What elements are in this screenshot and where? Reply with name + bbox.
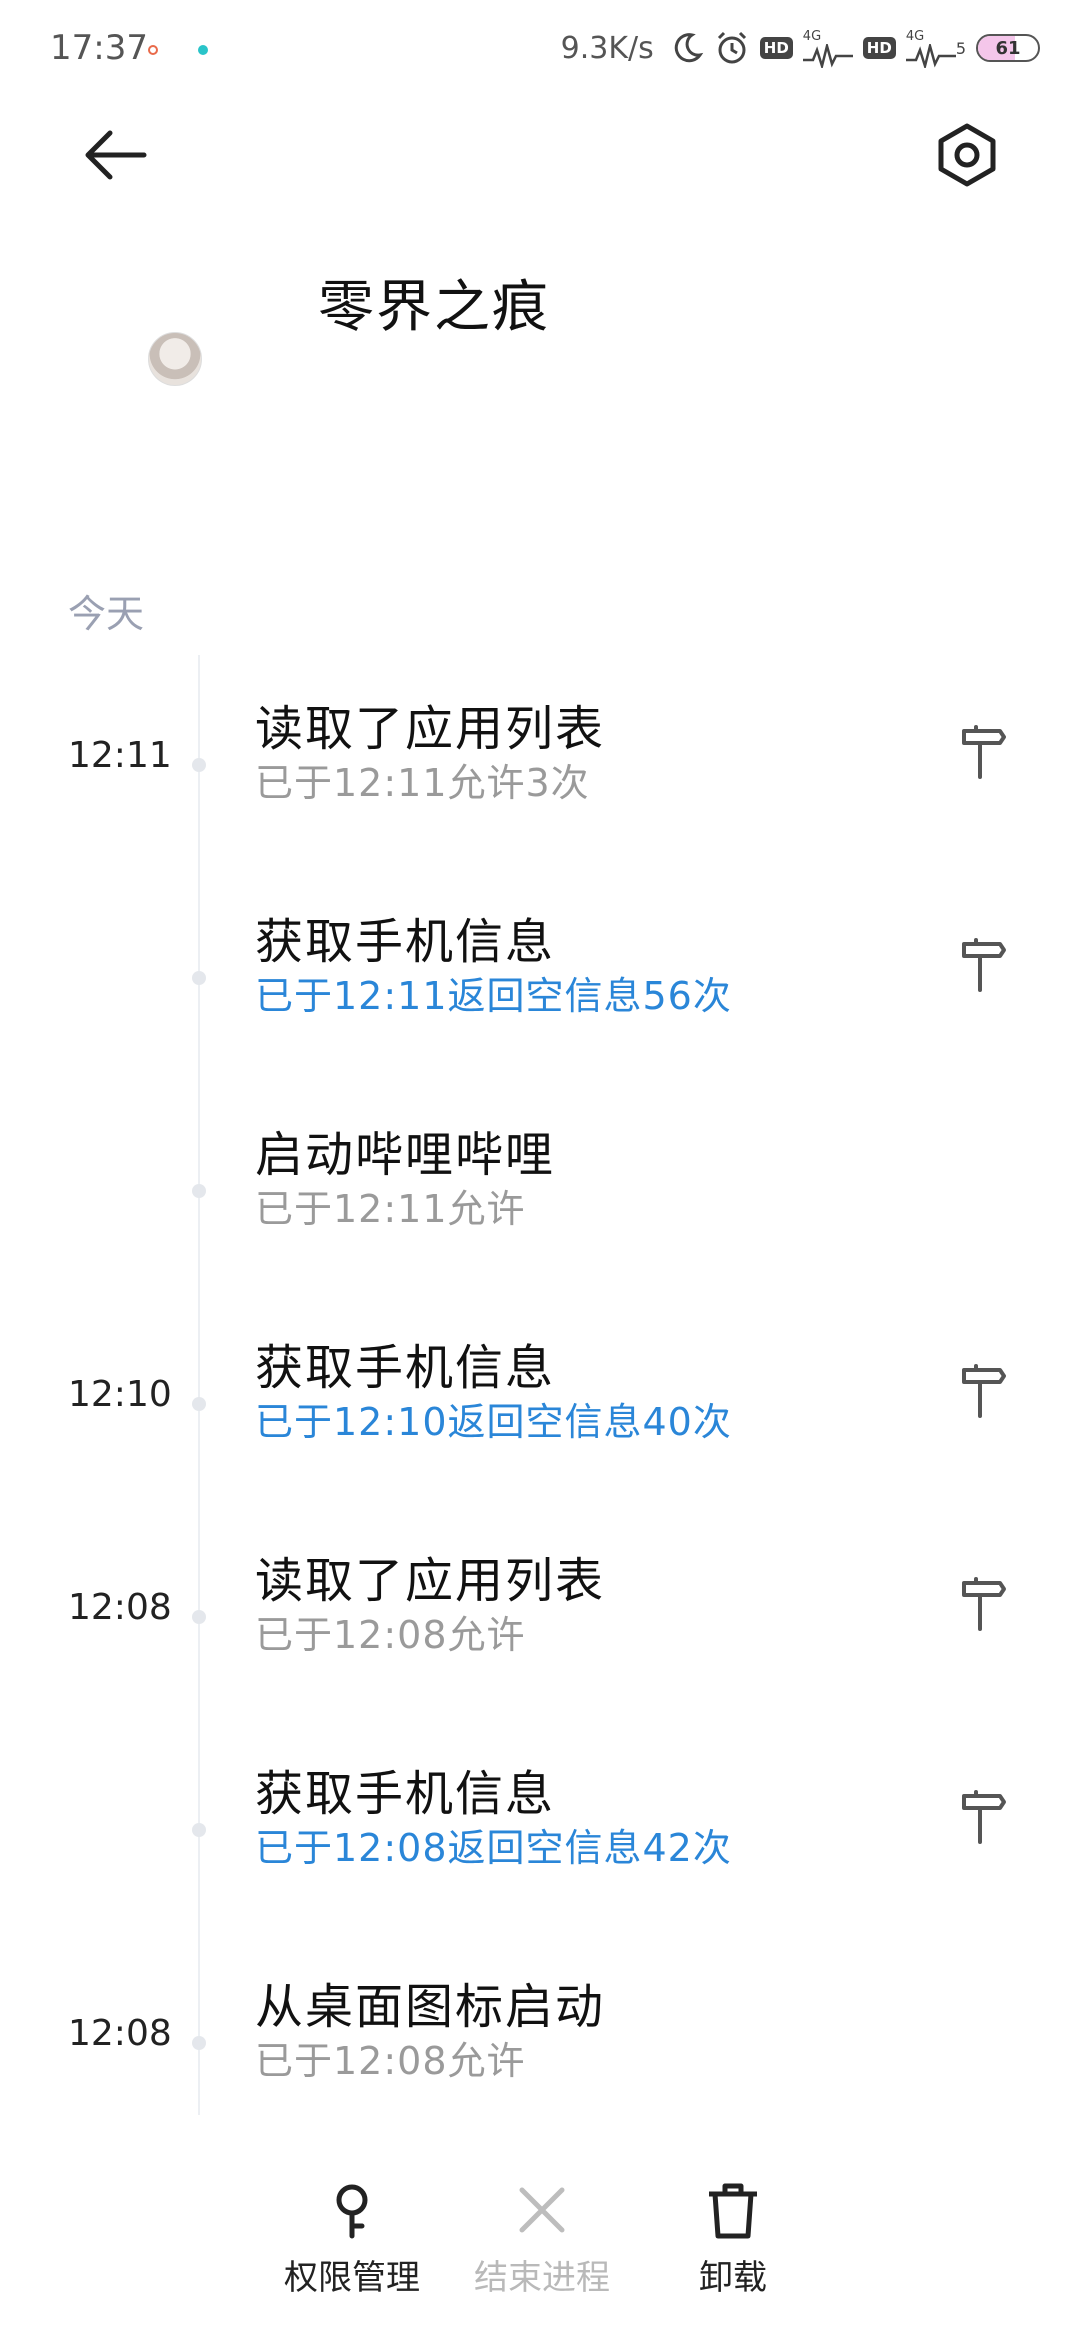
signal-level: 5 <box>955 38 966 58</box>
hd-icon: HD <box>862 37 896 59</box>
entry-title: 启动哔哩哔哩 <box>255 1127 556 1183</box>
signpost-icon[interactable] <box>958 1577 1008 1633</box>
bottom-action-bar: 权限管理 结束进程 卸载 <box>0 2180 1080 2320</box>
entry-time: 12:11 <box>68 735 172 776</box>
timeline-dot <box>192 2036 206 2050</box>
entry-subtitle: 已于12:11允许 <box>255 1187 526 1231</box>
uninstall-label: 卸载 <box>699 2258 767 2298</box>
entry-time: 12:10 <box>68 1374 172 1415</box>
permission-manage-button[interactable]: 权限管理 <box>262 2180 442 2310</box>
notification-dot-icon <box>148 45 158 55</box>
hd-icon: HD <box>759 37 793 59</box>
status-bar: 17:37 9.3K/s HD 4G HD 4G 5 61 <box>0 0 1080 100</box>
hexagon-settings-icon <box>938 123 996 187</box>
end-process-button[interactable]: 结束进程 <box>452 2180 632 2310</box>
app-name: 零界之痕 <box>318 275 550 340</box>
signal-icon: 4G <box>905 28 956 68</box>
uninstall-button[interactable]: 卸载 <box>643 2180 823 2310</box>
status-icons: 9.3K/s HD 4G HD 4G 5 61 <box>561 26 1040 70</box>
timeline-entry[interactable]: 12:08 从桌面图标启动 已于12:08允许 <box>0 1979 1080 2193</box>
timeline-dot <box>192 1184 206 1198</box>
timeline-entry[interactable]: 获取手机信息 已于12:08返回空信息42次 <box>0 1766 1080 1980</box>
battery-icon: 61 <box>976 34 1040 62</box>
entry-subtitle: 已于12:08允许 <box>255 1613 526 1657</box>
entry-title: 获取手机信息 <box>255 1340 556 1396</box>
network-speed: 9.3K/s <box>560 30 654 66</box>
settings-button[interactable] <box>935 122 999 188</box>
timeline-entry[interactable]: 12:10 获取手机信息 已于12:10返回空信息40次 <box>0 1340 1080 1554</box>
timeline-dot <box>192 1397 206 1411</box>
moon-icon <box>670 31 704 65</box>
signpost-icon[interactable] <box>958 1364 1008 1420</box>
back-button[interactable] <box>80 125 152 185</box>
timeline-entry[interactable]: 12:11 读取了应用列表 已于12:11允许3次 <box>0 701 1080 915</box>
entry-title: 获取手机信息 <box>255 1766 556 1822</box>
timeline-entry[interactable]: 获取手机信息 已于12:11返回空信息56次 <box>0 914 1080 1128</box>
end-process-label: 结束进程 <box>474 2258 610 2298</box>
entry-time: 12:08 <box>68 1587 172 1628</box>
entry-time: 12:08 <box>68 2013 172 2054</box>
permission-manage-label: 权限管理 <box>284 2258 420 2298</box>
timeline-entry[interactable]: 启动哔哩哔哩 已于12:11允许 <box>0 1127 1080 1341</box>
alarm-icon <box>714 30 750 66</box>
notification-dot-icon <box>198 45 208 55</box>
battery-level: 61 <box>995 38 1021 59</box>
signpost-icon[interactable] <box>958 938 1008 994</box>
signal-icon: 4G <box>802 28 853 68</box>
entry-title: 从桌面图标启动 <box>255 1979 606 2035</box>
signal-label: 4G <box>802 28 822 44</box>
timeline-dot <box>192 1610 206 1624</box>
timeline-dot <box>192 1823 206 1837</box>
arrow-left-icon <box>85 130 147 180</box>
entry-subtitle: 已于12:08允许 <box>255 2039 526 2083</box>
signal-label: 4G <box>905 28 925 44</box>
timeline-dot <box>192 758 206 772</box>
section-date-label: 今天 <box>68 592 145 636</box>
entry-subtitle: 已于12:08返回空信息42次 <box>255 1826 732 1870</box>
entry-subtitle: 已于12:10返回空信息40次 <box>255 1400 732 1444</box>
entry-title: 读取了应用列表 <box>255 701 606 757</box>
entry-subtitle: 已于12:11返回空信息56次 <box>255 974 732 1018</box>
trash-icon <box>709 2183 757 2239</box>
entry-title: 获取手机信息 <box>255 914 556 970</box>
signpost-icon[interactable] <box>958 725 1008 781</box>
entry-subtitle: 已于12:11允许3次 <box>255 761 590 805</box>
key-icon <box>336 2184 368 2239</box>
timeline-entry[interactable]: 12:08 读取了应用列表 已于12:08允许 <box>0 1553 1080 1767</box>
timeline-dot <box>192 971 206 985</box>
close-icon <box>519 2187 565 2233</box>
signpost-icon[interactable] <box>958 1790 1008 1846</box>
entry-title: 读取了应用列表 <box>255 1553 606 1609</box>
status-time: 17:37 <box>50 28 148 68</box>
app-icon <box>148 332 202 386</box>
